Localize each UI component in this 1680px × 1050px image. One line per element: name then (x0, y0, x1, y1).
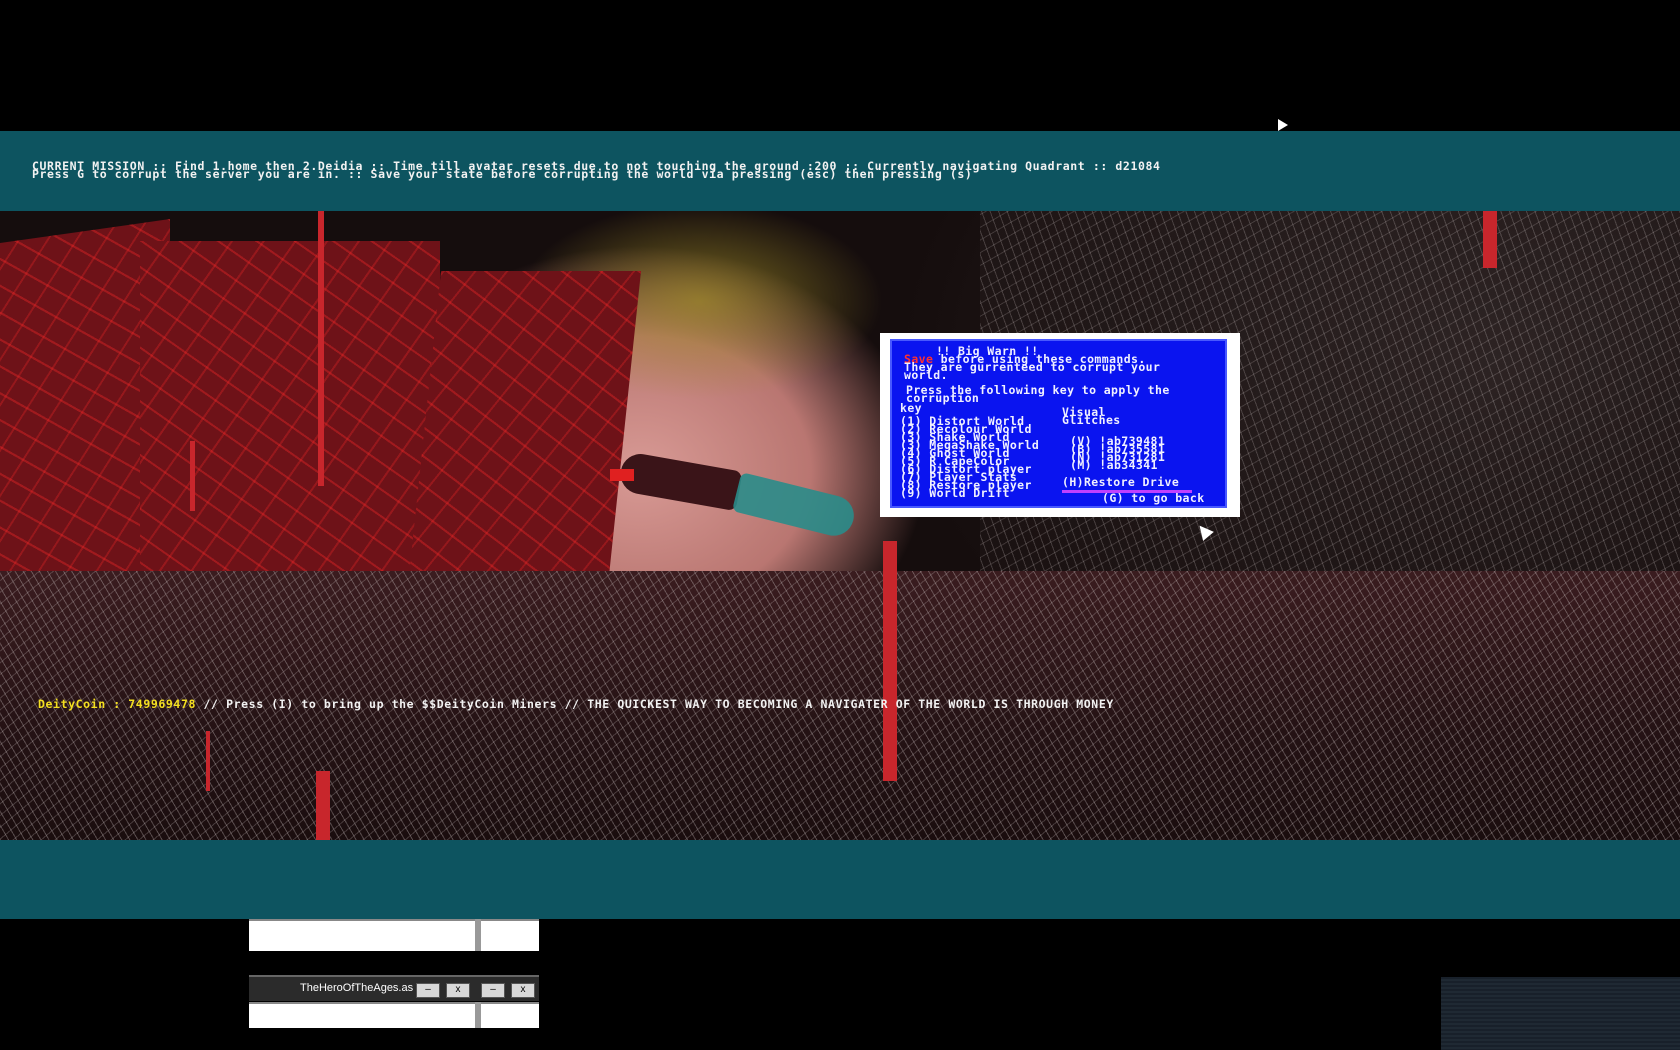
deitycoin-line: DeityCoin : 749969478 // Press (I) to br… (38, 697, 1114, 711)
text-field-top[interactable] (249, 919, 539, 951)
minimize-button[interactable]: – (416, 983, 440, 998)
mission-text: CURRENT MISSION :: Find 1.home then 2.De… (32, 160, 1161, 180)
red-rod (316, 771, 330, 840)
minimize-button[interactable]: – (481, 983, 505, 998)
field-divider (475, 919, 481, 951)
warn-line-3: world. (904, 368, 948, 382)
player-avatar (617, 450, 743, 512)
player-cape (731, 472, 859, 540)
go-back-option[interactable]: (G) to go back (1102, 492, 1205, 504)
red-rod (190, 441, 195, 511)
red-rod (1483, 211, 1497, 268)
window-taskbar[interactable]: TheHeroOfTheAges.as – x – x (249, 975, 539, 1001)
glitches-header: Glitches (1062, 413, 1121, 427)
avatar-detail (610, 469, 634, 481)
command-item[interactable]: (9) World Drift (900, 487, 1010, 499)
hud-bottom-bar (0, 840, 1680, 919)
text-field-bottom[interactable] (249, 1002, 539, 1028)
cursor-glyph-icon (1278, 119, 1288, 131)
big-warn-dialog: !! Big Warn !! Save before using these c… (880, 333, 1240, 517)
deitycoin-hint: // Press (I) to bring up the $$DeityCoin… (196, 697, 1114, 711)
deitycoin-counter: DeityCoin : 749969478 (38, 697, 196, 711)
field-divider (475, 1002, 481, 1028)
corner-panel (1441, 977, 1680, 1050)
red-rod (318, 211, 324, 486)
window-title: TheHeroOfTheAges.as (300, 982, 414, 994)
game-viewport[interactable] (0, 211, 1680, 840)
close-button[interactable]: x (446, 983, 470, 998)
key-header: key (900, 401, 922, 415)
restore-drive-option[interactable]: (H)Restore Drive (1062, 476, 1179, 488)
big-warn-panel: !! Big Warn !! Save before using these c… (890, 339, 1227, 508)
red-rod (883, 541, 897, 781)
glitch-item[interactable]: (M) !ab34341 (1070, 459, 1158, 471)
close-button[interactable]: x (511, 983, 535, 998)
red-rod (206, 731, 210, 791)
